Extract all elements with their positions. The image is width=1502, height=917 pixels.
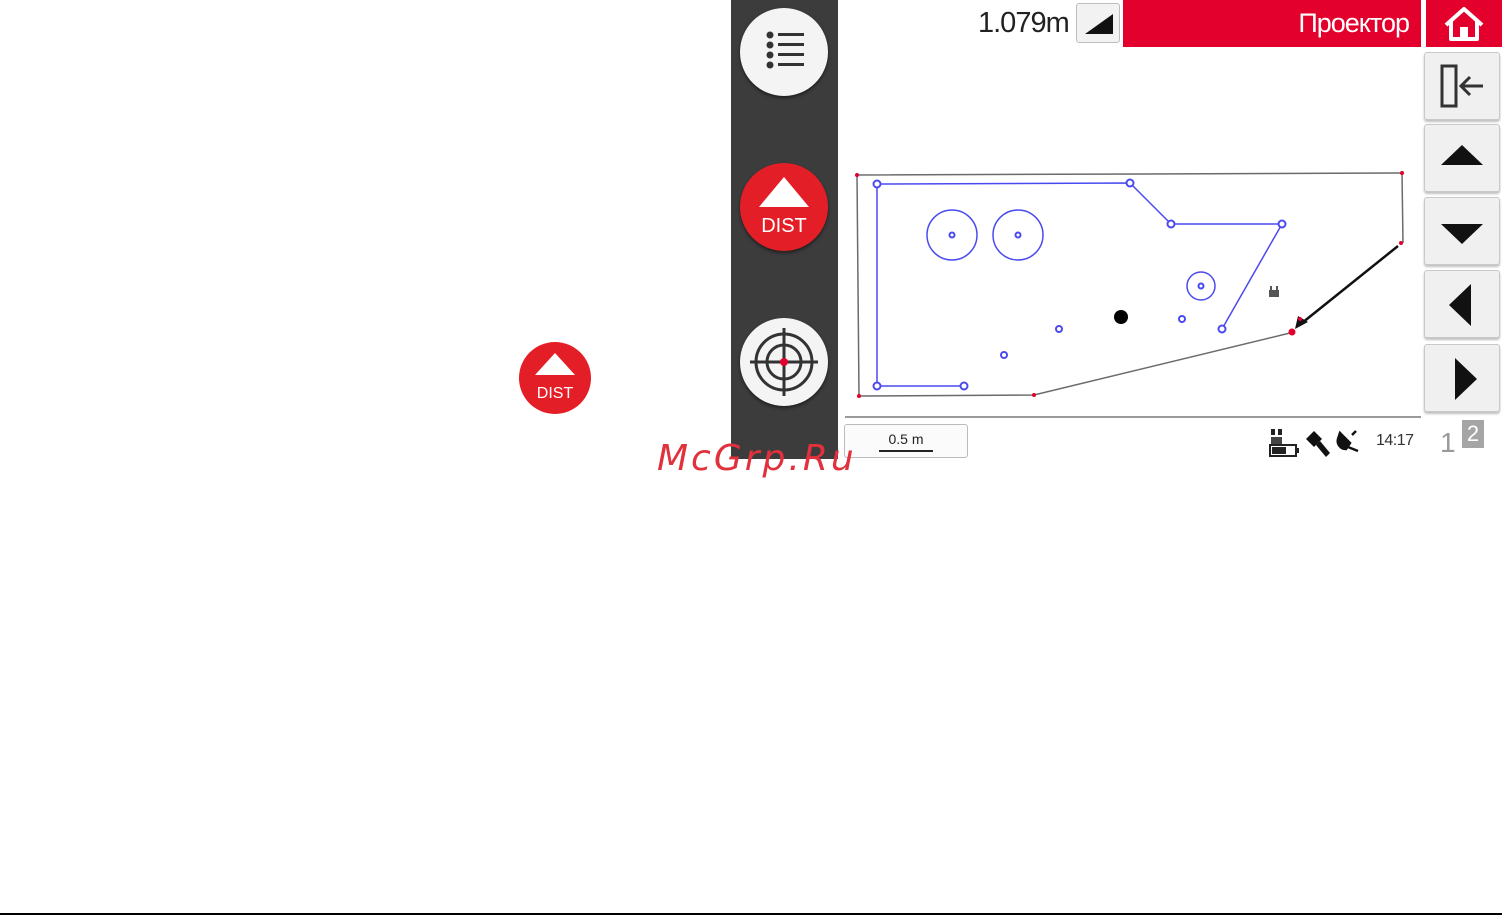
home-icon bbox=[1444, 7, 1484, 41]
watermark: McGrp.Ru bbox=[657, 438, 857, 479]
menu-button[interactable] bbox=[740, 8, 828, 96]
plan-view[interactable] bbox=[838, 48, 1422, 418]
scale-indicator: 0.5 m bbox=[844, 424, 968, 458]
sidebar: DIST bbox=[731, 0, 838, 459]
move-left-button[interactable] bbox=[1424, 270, 1500, 338]
arrow-right-icon bbox=[1455, 358, 1477, 400]
arrow-down-icon bbox=[1441, 224, 1483, 244]
instrument-icon bbox=[1269, 286, 1279, 297]
plug-icon bbox=[1336, 430, 1359, 453]
slope-icon bbox=[1085, 14, 1113, 34]
dist-icon-label: DIST bbox=[537, 385, 574, 402]
projection-path bbox=[876, 182, 1284, 387]
device-position-marker bbox=[1114, 310, 1128, 324]
move-right-button[interactable] bbox=[1424, 344, 1500, 412]
distance-readout: 1.079m bbox=[978, 7, 1070, 39]
arrow-left-icon bbox=[1449, 284, 1471, 326]
dist-button-label: DIST bbox=[761, 215, 807, 237]
list-icon bbox=[766, 31, 804, 69]
scale-bar bbox=[879, 450, 933, 452]
battery-icon bbox=[1269, 429, 1299, 457]
page-title: Проектор bbox=[1298, 8, 1410, 38]
exit-button[interactable] bbox=[1424, 52, 1500, 120]
arrow-up-icon bbox=[1441, 145, 1483, 165]
home-button[interactable] bbox=[1424, 0, 1502, 47]
title-bar: Проектор bbox=[1123, 0, 1421, 47]
crosshair-icon bbox=[750, 328, 818, 396]
target-button[interactable] bbox=[740, 318, 828, 406]
dist-icon: DIST bbox=[519, 342, 591, 414]
clock: 14:17 bbox=[1376, 432, 1414, 449]
move-down-button[interactable] bbox=[1424, 197, 1500, 265]
dist-button[interactable]: DIST bbox=[740, 163, 828, 251]
page-next[interactable]: 2 bbox=[1462, 420, 1484, 448]
status-icons bbox=[1268, 425, 1373, 459]
page-current: 1 bbox=[1440, 427, 1456, 458]
laser-pointer-icon bbox=[1306, 431, 1330, 457]
exit-icon bbox=[1440, 64, 1483, 108]
tilt-button[interactable] bbox=[1076, 3, 1120, 43]
move-up-button[interactable] bbox=[1424, 124, 1500, 192]
arrow-up-icon bbox=[759, 177, 809, 207]
page-bottom-rule bbox=[0, 913, 1502, 915]
scale-label: 0.5 m bbox=[888, 431, 924, 447]
plan-divider bbox=[845, 416, 1421, 418]
page-indicator[interactable]: 1 2 bbox=[1440, 420, 1486, 460]
